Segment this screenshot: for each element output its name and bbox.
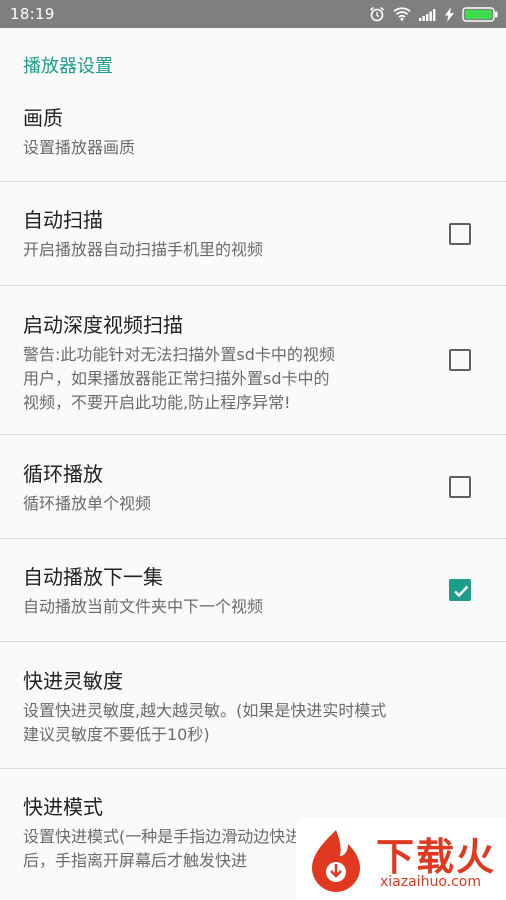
watermark-title: 下载火	[376, 835, 497, 879]
battery-icon	[462, 6, 498, 22]
flame-logo-icon	[312, 830, 360, 892]
deep-scan-checkbox[interactable]	[449, 349, 471, 371]
watermark-url: xiazaihuo.com	[380, 874, 481, 890]
charging-icon	[445, 6, 454, 22]
pref-summary: 设置快进灵敏度,越大越灵敏。(如果是快进实时模式 建议灵敏度不要低于10秒)	[23, 699, 416, 747]
pref-title: 自动扫描	[23, 208, 103, 232]
divider	[0, 641, 506, 642]
pref-summary-line: 建议灵敏度不要低于10秒)	[23, 725, 210, 744]
pref-deep-video-scan[interactable]: 启动深度视频扫描 警告:此功能针对无法扫描外置sd卡中的视频 用户，如果播放器能…	[0, 311, 506, 415]
status-icons	[369, 6, 498, 22]
divider	[0, 285, 506, 286]
auto-scan-checkbox[interactable]	[449, 223, 471, 245]
signal-icon	[419, 8, 437, 21]
section-title: 播放器设置	[23, 56, 113, 77]
check-icon	[454, 585, 469, 598]
pref-autoplay-next[interactable]: 自动播放下一集 自动播放当前文件夹中下一个视频	[0, 563, 506, 619]
divider	[0, 538, 506, 539]
pref-title: 画质	[23, 106, 63, 130]
pref-loop-play[interactable]: 循环播放 循环播放单个视频	[0, 460, 506, 516]
divider	[0, 181, 506, 182]
pref-summary-line: 视频，不要开启此功能,防止程序异常!	[23, 393, 291, 412]
pref-title: 循环播放	[23, 462, 103, 486]
pref-title: 快进模式	[23, 795, 103, 819]
pref-title: 自动播放下一集	[23, 565, 163, 589]
pref-summary: 循环播放单个视频	[23, 494, 152, 513]
divider	[0, 768, 506, 769]
pref-summary: 设置播放器画质	[23, 138, 136, 157]
watermark: 下载火 xiazaihuo.com	[296, 818, 506, 900]
pref-summary: 自动播放当前文件夹中下一个视频	[23, 597, 264, 616]
status-bar: 18:19	[0, 0, 506, 28]
pref-summary-line: 设置快进灵敏度,越大越灵敏。(如果是快进实时模式	[23, 701, 387, 720]
pref-summary: 警告:此功能针对无法扫描外置sd卡中的视频 用户，如果播放器能正常扫描外置sd卡…	[23, 343, 416, 415]
divider	[0, 434, 506, 435]
pref-title: 启动深度视频扫描	[23, 313, 183, 337]
wifi-icon	[393, 7, 411, 21]
pref-summary-line: 用户，如果播放器能正常扫描外置sd卡中的	[23, 369, 330, 388]
loop-play-checkbox[interactable]	[449, 476, 471, 498]
pref-summary: 开启播放器自动扫描手机里的视频	[23, 240, 264, 259]
alarm-icon	[369, 6, 385, 22]
autoplay-next-checkbox[interactable]	[449, 579, 471, 601]
status-time: 18:19	[10, 5, 55, 23]
pref-seek-sensitivity[interactable]: 快进灵敏度 设置快进灵敏度,越大越灵敏。(如果是快进实时模式 建议灵敏度不要低于…	[0, 667, 506, 747]
pref-auto-scan[interactable]: 自动扫描 开启播放器自动扫描手机里的视频	[0, 206, 506, 262]
pref-summary-line: 警告:此功能针对无法扫描外置sd卡中的视频	[23, 345, 335, 364]
pref-title: 快进灵敏度	[23, 669, 123, 693]
pref-picture-quality[interactable]: 画质 设置播放器画质	[0, 104, 506, 160]
